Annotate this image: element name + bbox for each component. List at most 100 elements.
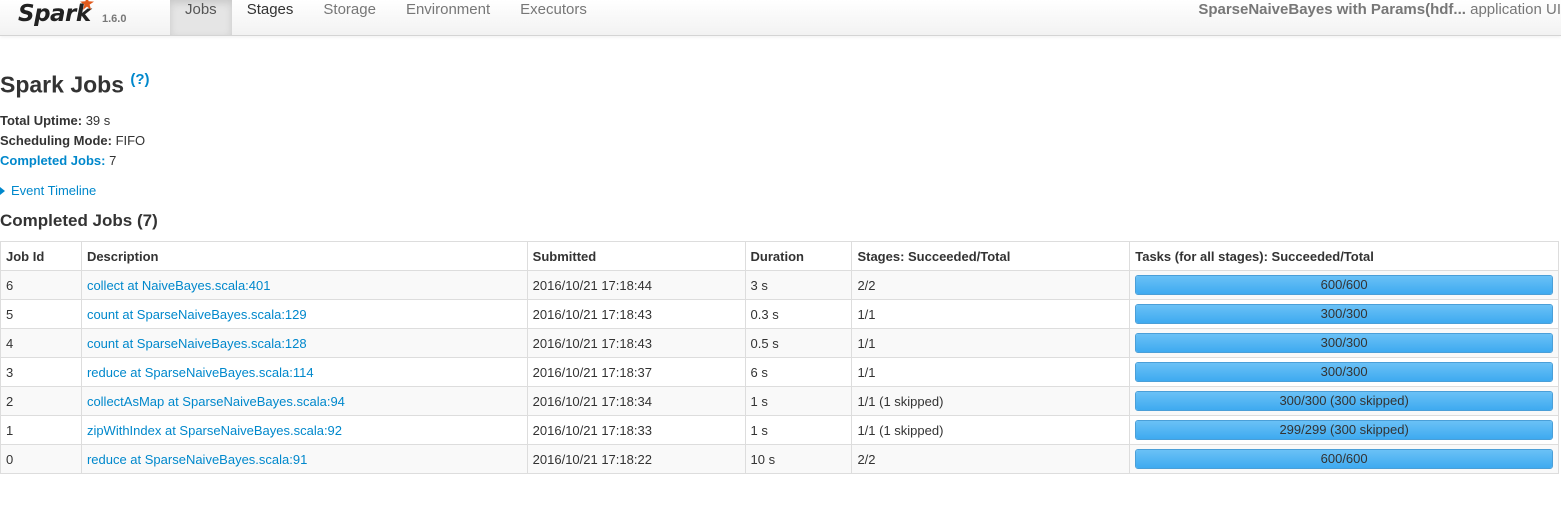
job-submitted: 2016/10/21 17:18:43 [526, 299, 746, 329]
job-stages: 1/1 [851, 299, 1131, 329]
job-id: 4 [0, 328, 82, 358]
table-row: 5 count at SparseNaiveBayes.scala:129 20… [0, 299, 1559, 329]
table-row: 3 reduce at SparseNaiveBayes.scala:114 2… [0, 357, 1559, 387]
uptime-value: 39 s [82, 113, 111, 128]
summary: Total Uptime: 39 s Scheduling Mode: FIFO… [0, 111, 145, 171]
nav-tabs: Jobs Stages Storage Environment Executor… [170, 0, 602, 35]
task-progress-bar: 299/299 (300 skipped) [1135, 420, 1553, 440]
task-progress-bar: 300/300 (300 skipped) [1135, 391, 1553, 411]
uptime-label: Total Uptime: [0, 113, 83, 128]
task-progress-bar: 300/300 [1135, 304, 1553, 324]
tab-stages[interactable]: Stages [232, 0, 309, 35]
header-submitted[interactable]: Submitted [526, 241, 746, 271]
job-description-cell: zipWithIndex at SparseNaiveBayes.scala:9… [80, 415, 528, 445]
job-id: 5 [0, 299, 82, 329]
job-submitted: 2016/10/21 17:18:43 [526, 328, 746, 358]
job-duration: 3 s [744, 270, 853, 300]
job-duration: 0.5 s [744, 328, 853, 358]
job-description-link[interactable]: collect at NaiveBayes.scala:401 [87, 278, 271, 293]
job-stages: 1/1 [851, 328, 1131, 358]
expand-arrow-icon [0, 187, 5, 195]
event-timeline-toggle[interactable]: Event Timeline [0, 183, 96, 199]
table-row: 2 collectAsMap at SparseNaiveBayes.scala… [0, 386, 1559, 416]
brand-version: 1.6.0 [102, 13, 127, 25]
job-description-cell: count at SparseNaiveBayes.scala:128 [80, 328, 528, 358]
job-id: 0 [0, 444, 82, 474]
job-tasks-cell: 299/299 (300 skipped) [1129, 415, 1559, 445]
task-progress-bar: 300/300 [1135, 362, 1553, 382]
job-tasks-cell: 300/300 [1129, 328, 1559, 358]
job-description-link[interactable]: zipWithIndex at SparseNaiveBayes.scala:9… [87, 423, 342, 438]
job-tasks-cell: 600/600 [1129, 270, 1559, 300]
jobs-table-body: 6 collect at NaiveBayes.scala:401 2016/1… [0, 270, 1559, 474]
job-tasks-cell: 300/300 [1129, 357, 1559, 387]
job-description-cell: reduce at SparseNaiveBayes.scala:91 [80, 444, 528, 474]
task-progress-bar: 600/600 [1135, 275, 1553, 295]
job-description-link[interactable]: collectAsMap at SparseNaiveBayes.scala:9… [87, 394, 345, 409]
job-submitted: 2016/10/21 17:18:33 [526, 415, 746, 445]
mode-label: Scheduling Mode: [0, 133, 112, 148]
section-title: Completed Jobs (7) [0, 211, 158, 230]
task-progress-text: 300/300 [1320, 306, 1368, 321]
completed-row: Completed Jobs: 7 [0, 151, 145, 171]
job-id: 2 [0, 386, 82, 416]
header-duration[interactable]: Duration [744, 241, 853, 271]
task-progress-bar: 300/300 [1135, 333, 1553, 353]
mode-row: Scheduling Mode: FIFO [0, 131, 145, 151]
page-title: Spark Jobs (?) [0, 64, 150, 101]
mode-value: FIFO [111, 133, 146, 148]
job-description-cell: count at SparseNaiveBayes.scala:129 [80, 299, 528, 329]
job-description-link[interactable]: count at SparseNaiveBayes.scala:129 [87, 307, 307, 322]
job-description-cell: collect at NaiveBayes.scala:401 [80, 270, 528, 300]
job-duration: 0.3 s [744, 299, 853, 329]
job-description-link[interactable]: count at SparseNaiveBayes.scala:128 [87, 336, 307, 351]
job-tasks-cell: 300/300 [1129, 299, 1559, 329]
job-description-link[interactable]: reduce at SparseNaiveBayes.scala:91 [87, 452, 307, 467]
header-stages[interactable]: Stages: Succeeded/Total [851, 241, 1131, 271]
job-stages: 2/2 [851, 270, 1131, 300]
job-description-link[interactable]: reduce at SparseNaiveBayes.scala:114 [87, 365, 314, 380]
job-stages: 2/2 [851, 444, 1131, 474]
job-tasks-cell: 300/300 (300 skipped) [1129, 386, 1559, 416]
job-duration: 6 s [744, 357, 853, 387]
job-submitted: 2016/10/21 17:18:22 [526, 444, 746, 474]
header-description[interactable]: Description [80, 241, 528, 271]
job-tasks-cell: 600/600 [1129, 444, 1559, 474]
tab-executors[interactable]: Executors [505, 0, 602, 35]
task-progress-text: 300/300 [1320, 335, 1368, 350]
tab-jobs[interactable]: Jobs [170, 0, 232, 35]
task-progress-text: 300/300 (300 skipped) [1279, 393, 1409, 408]
job-stages: 1/1 (1 skipped) [851, 386, 1131, 416]
tab-environment[interactable]: Environment [391, 0, 505, 35]
help-icon[interactable]: (?) [130, 71, 149, 88]
header-job-id[interactable]: Job Id [0, 241, 82, 271]
spark-star-icon [80, 0, 94, 10]
page-title-text: Spark Jobs [0, 71, 124, 98]
navbar: Spark 1.6.0 Jobs Stages Storage Environm… [0, 0, 1561, 36]
job-id: 6 [0, 270, 82, 300]
job-duration: 10 s [744, 444, 853, 474]
table-row: 0 reduce at SparseNaiveBayes.scala:91 20… [0, 444, 1559, 474]
uptime-row: Total Uptime: 39 s [0, 111, 145, 131]
job-duration: 1 s [744, 415, 853, 445]
job-stages: 1/1 [851, 357, 1131, 387]
job-submitted: 2016/10/21 17:18:44 [526, 270, 746, 300]
event-timeline-label: Event Timeline [11, 183, 97, 198]
app-suffix: application UI [1465, 1, 1561, 18]
job-id: 3 [0, 357, 82, 387]
task-progress-text: 600/600 [1320, 277, 1368, 292]
completed-jobs-link[interactable]: Completed Jobs: [0, 153, 105, 168]
task-progress-text: 300/300 [1320, 364, 1368, 379]
job-submitted: 2016/10/21 17:18:34 [526, 386, 746, 416]
table-row: 6 collect at NaiveBayes.scala:401 2016/1… [0, 270, 1559, 300]
header-tasks[interactable]: Tasks (for all stages): Succeeded/Total [1129, 241, 1559, 271]
task-progress-text: 600/600 [1320, 451, 1368, 466]
tab-storage[interactable]: Storage [308, 0, 391, 35]
table-row: 4 count at SparseNaiveBayes.scala:128 20… [0, 328, 1559, 358]
job-description-cell: reduce at SparseNaiveBayes.scala:114 [80, 357, 528, 387]
task-progress-bar: 600/600 [1135, 449, 1553, 469]
app-title: SparseNaiveBayes with Params(hdf... appl… [1198, 0, 1561, 20]
job-description-cell: collectAsMap at SparseNaiveBayes.scala:9… [80, 386, 528, 416]
job-submitted: 2016/10/21 17:18:37 [526, 357, 746, 387]
job-duration: 1 s [744, 386, 853, 416]
